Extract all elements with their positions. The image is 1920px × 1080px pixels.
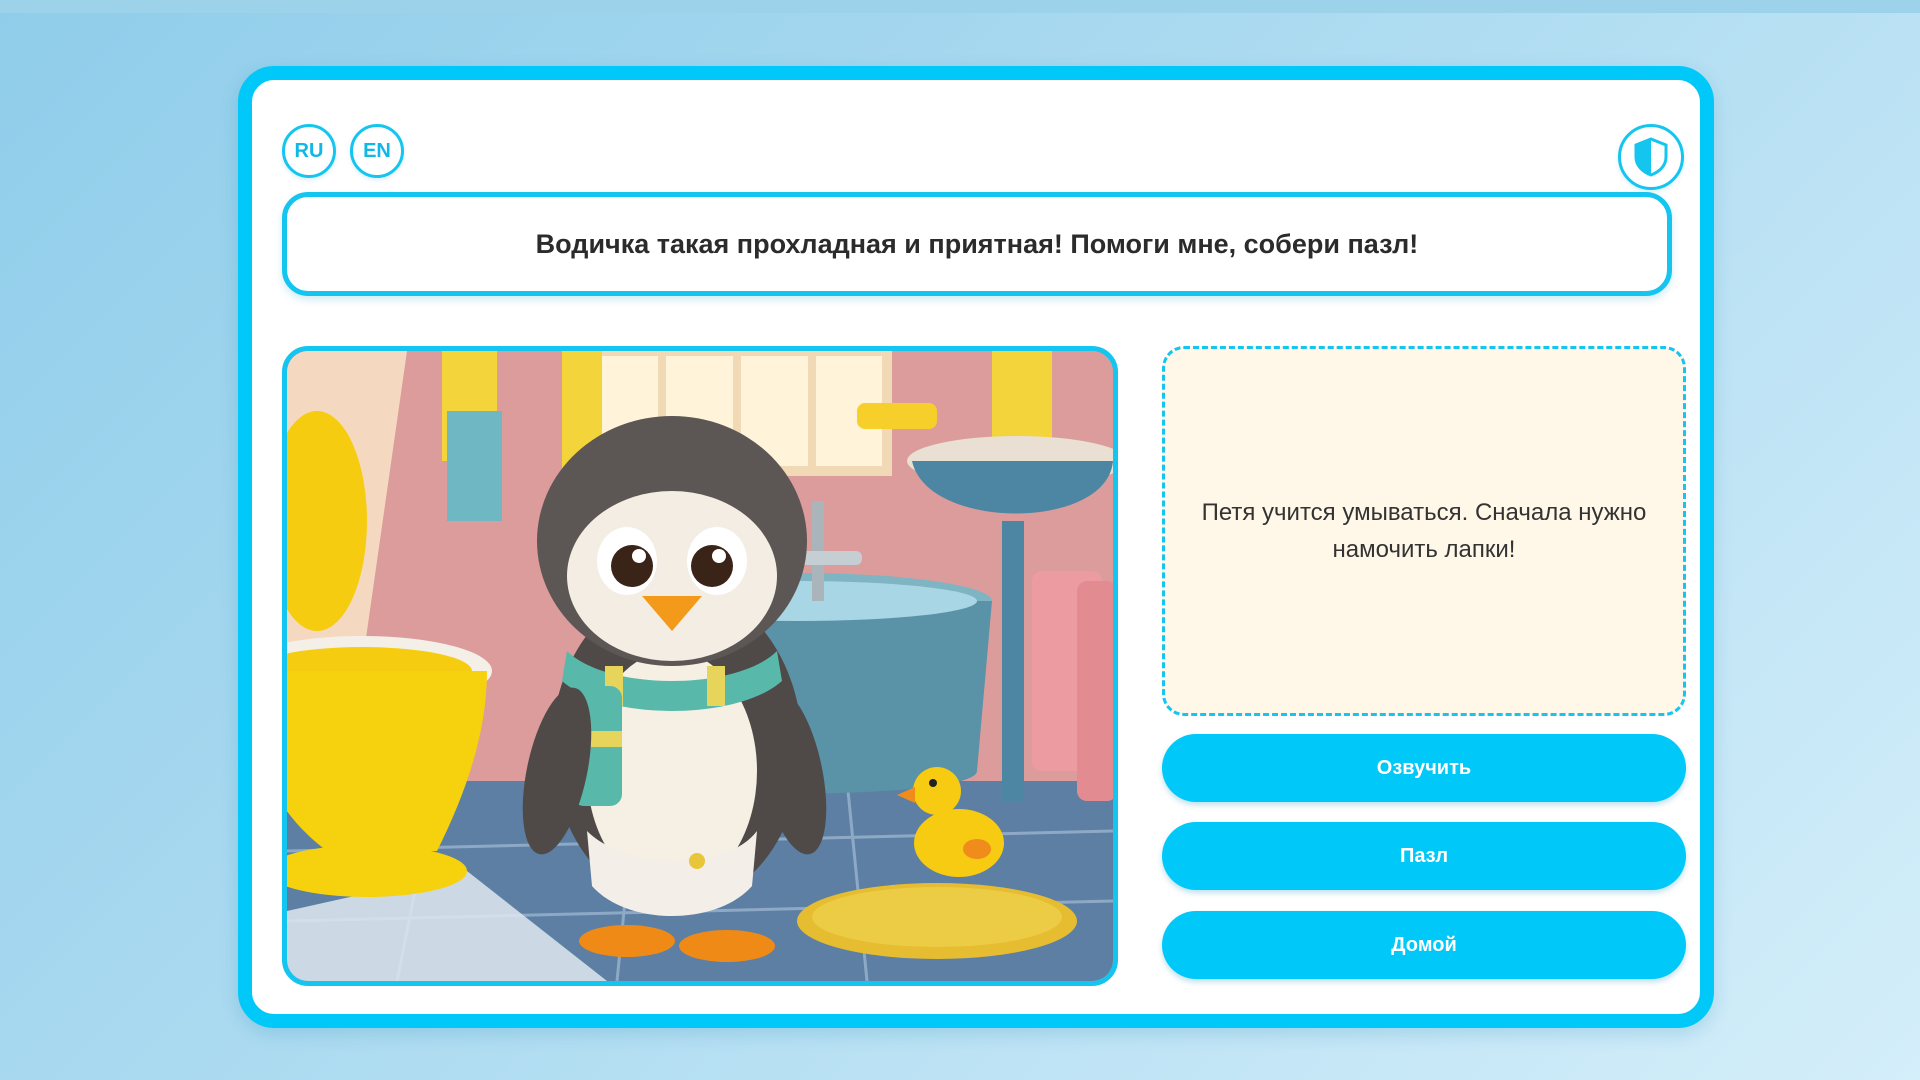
parental-control-button[interactable] bbox=[1618, 124, 1684, 190]
language-ru-button[interactable]: RU bbox=[282, 124, 336, 178]
home-button-label: Домой bbox=[1391, 933, 1457, 956]
top-strip bbox=[0, 0, 1920, 13]
home-button[interactable]: Домой bbox=[1162, 911, 1686, 979]
puzzle-button[interactable]: Пазл bbox=[1162, 822, 1686, 890]
story-text: Петя учится умываться. Сначала нужно нам… bbox=[1201, 499, 1647, 563]
shield-icon bbox=[1634, 137, 1668, 177]
language-en-button[interactable]: EN bbox=[350, 124, 404, 178]
story-text-panel: Петя учится умываться. Сначала нужно нам… bbox=[1162, 346, 1686, 716]
puzzle-button-label: Пазл bbox=[1399, 844, 1449, 867]
penguin-bathroom-illustration bbox=[287, 351, 1113, 981]
story-card: RU EN Водичка такая прохладная и приятна… bbox=[238, 66, 1714, 1028]
speech-bubble: Водичка такая прохладная и приятная! Пом… bbox=[282, 192, 1672, 296]
speech-text: Водичка такая прохладная и приятная! Пом… bbox=[535, 228, 1419, 259]
voice-button[interactable]: Озвучить bbox=[1162, 734, 1686, 802]
voice-button-label: Озвучить bbox=[1376, 756, 1472, 779]
story-illustration bbox=[282, 346, 1118, 986]
language-en-label: EN bbox=[363, 139, 391, 162]
language-ru-label: RU bbox=[294, 139, 324, 162]
